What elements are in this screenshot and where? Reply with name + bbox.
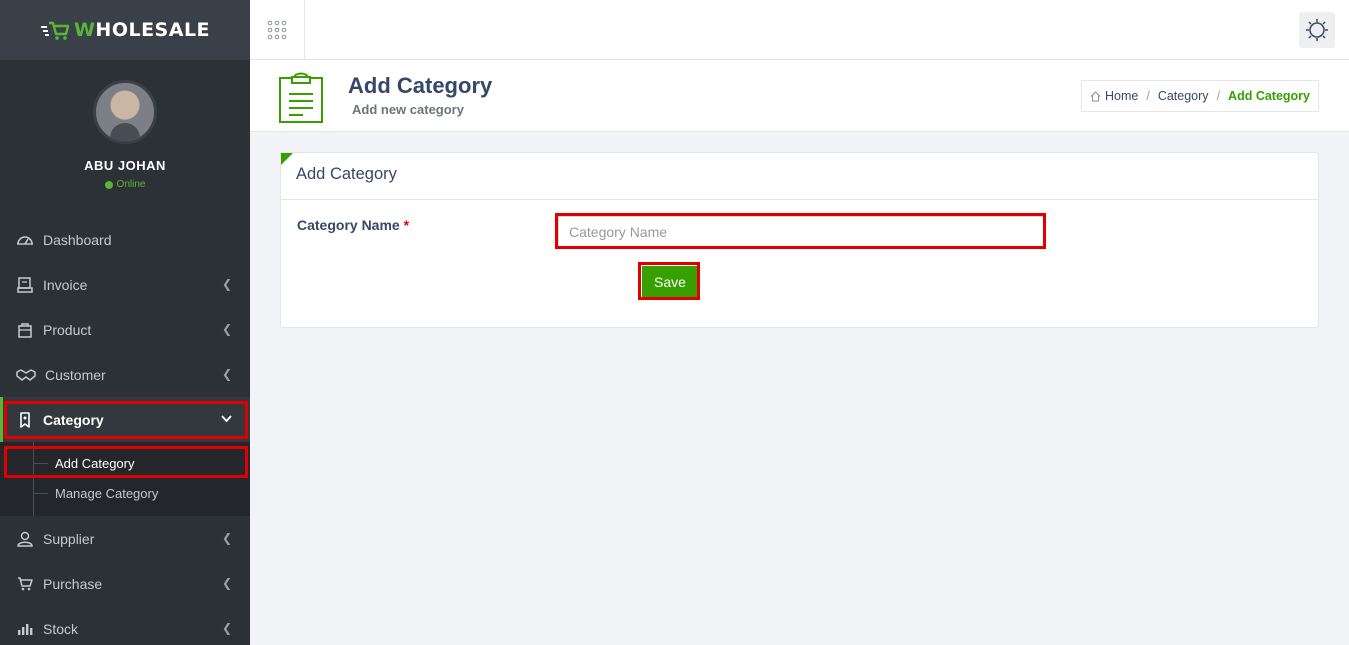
invoice-icon [16, 276, 34, 293]
content-header: Add Category Add new category Home / Cat… [250, 60, 1349, 132]
sidebar-item-dashboard[interactable]: Dashboard [0, 217, 250, 262]
clipboard-icon [278, 70, 324, 129]
page-subtitle: Add new category [352, 102, 464, 117]
product-box-icon [16, 322, 34, 338]
chevron-left-icon: ❮ [221, 367, 232, 381]
chevron-left-icon: ❮ [221, 277, 232, 291]
category-name-label: Category Name * [297, 217, 409, 233]
brand-rest: HOLESALE [95, 19, 211, 41]
breadcrumb-current: Add Category [1228, 89, 1310, 103]
gear-icon [1306, 19, 1328, 41]
chevron-left-icon: ❮ [221, 621, 232, 635]
category-name-label-text: Category Name [297, 217, 400, 233]
sidebar-item-product[interactable]: Product ❮ [0, 307, 250, 352]
sidebar-item-label: Purchase [43, 575, 103, 592]
breadcrumb: Home / Category / Add Category [1081, 80, 1319, 112]
brand-initial: W [73, 19, 96, 41]
required-mark: * [403, 217, 410, 233]
logo[interactable]: WHOLESALE [0, 0, 250, 60]
save-button[interactable]: Save [642, 266, 698, 297]
breadcrumb-category[interactable]: Category [1158, 89, 1209, 103]
cart-logo-icon [40, 21, 70, 40]
panel-corner-accent [281, 153, 293, 165]
bookmark-tag-icon [16, 411, 34, 428]
sidebar-menu: Dashboard Invoice ❮ Product ❮ Customer ❮ [0, 217, 250, 645]
panel-title: Add Category [281, 153, 1318, 200]
sidebar-item-label: Product [43, 321, 92, 338]
apps-grid-icon [267, 20, 287, 40]
breadcrumb-home-label: Home [1105, 89, 1139, 103]
online-dot-icon [104, 180, 113, 189]
chevron-left-icon: ❮ [221, 322, 232, 336]
sidebar-item-supplier[interactable]: Supplier ❮ [0, 516, 250, 561]
sidebar-item-stock[interactable]: Stock ❮ [0, 606, 250, 645]
cart-icon [16, 576, 34, 592]
sidebar-subitem-add-category[interactable]: Add Category [0, 448, 250, 478]
breadcrumb-separator: / [1146, 89, 1150, 103]
page-title: Add Category [348, 73, 493, 98]
sidebar-item-invoice[interactable]: Invoice ❮ [0, 262, 250, 307]
sidebar-item-label: Invoice [43, 276, 88, 293]
sidebar-item-label: Category [43, 411, 104, 428]
add-category-panel: Add Category Category Name * Save [280, 152, 1319, 328]
sidebar-item-customer[interactable]: Customer ❮ [0, 352, 250, 397]
bar-chart-icon [16, 621, 34, 637]
sidebar-item-label: Supplier [43, 530, 95, 547]
user-profile: ABU JOHAN Online [0, 60, 250, 200]
home-icon [1090, 90, 1101, 101]
sidebar-item-label: Stock [43, 620, 79, 637]
sidebar-item-label: Customer [45, 366, 106, 383]
apps-grid-button[interactable] [250, 0, 305, 60]
dashboard-gauge-icon [16, 232, 34, 248]
avatar[interactable] [93, 80, 157, 144]
user-status: Online [0, 179, 250, 190]
sidebar-subitem-manage-category[interactable]: Manage Category [0, 478, 250, 508]
sidebar-item-category[interactable]: Category [0, 397, 250, 442]
user-icon [16, 531, 34, 547]
brand-name: WHOLESALE [74, 19, 210, 41]
breadcrumb-separator: / [1216, 89, 1221, 103]
chevron-left-icon: ❮ [221, 576, 232, 590]
top-navbar [250, 0, 1349, 60]
category-submenu: Add Category Manage Category [0, 442, 250, 516]
user-name: ABU JOHAN [84, 158, 166, 173]
sidebar-item-purchase[interactable]: Purchase ❮ [0, 561, 250, 606]
status-label: Online [116, 179, 146, 190]
handshake-icon [16, 367, 36, 383]
category-name-input[interactable] [558, 216, 1046, 248]
sidebar-item-label: Dashboard [43, 231, 112, 248]
chevron-down-icon [221, 412, 232, 426]
chevron-left-icon: ❮ [221, 531, 232, 545]
settings-button[interactable] [1299, 12, 1335, 48]
breadcrumb-home[interactable]: Home [1090, 89, 1138, 103]
sidebar: WHOLESALE ABU JOHAN Online Dashboard Inv… [0, 0, 250, 645]
